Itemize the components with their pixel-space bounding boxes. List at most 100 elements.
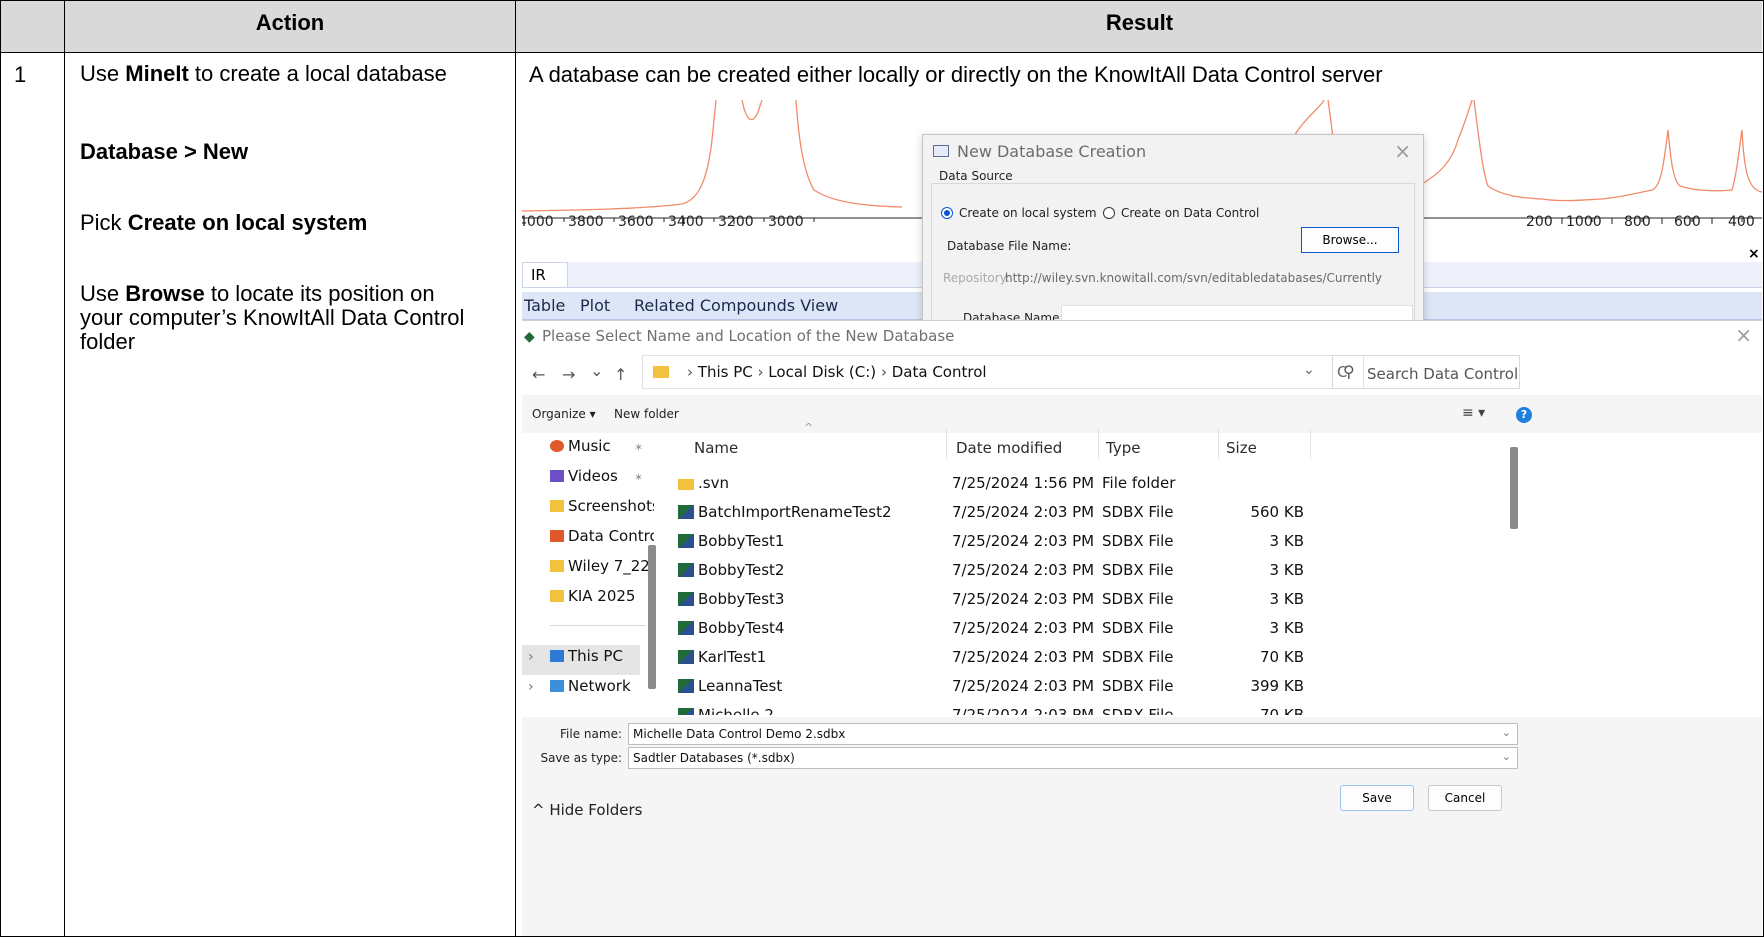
file-name-label: File name:	[560, 727, 622, 741]
cancel-button[interactable]: Cancel	[1428, 785, 1502, 811]
table-border-left	[0, 0, 1, 937]
data-source-label: Data Source	[937, 169, 1015, 183]
pc-icon	[550, 650, 564, 662]
close-icon[interactable]: ×	[1735, 323, 1752, 347]
folder-icon	[550, 500, 564, 512]
file-row[interactable]: BobbyTest1 7/25/2024 2:03 PM SDBX File 3 KB	[674, 527, 1734, 556]
nav-scrollbar[interactable]	[648, 545, 656, 689]
dialog-footer: File name: Michelle Data Control Demo 2.…	[522, 717, 1762, 936]
breadcrumb: › This PC › Local Disk (C:) › Data Contr…	[687, 363, 987, 381]
tab-ir[interactable]: IR	[522, 262, 568, 288]
file-row[interactable]: .svn 7/25/2024 1:56 PM File folder	[674, 469, 1734, 498]
tab-plot[interactable]: Plot	[580, 296, 610, 315]
file-row[interactable]: BobbyTest3 7/25/2024 2:03 PM SDBX File 3 KB	[674, 585, 1734, 614]
tick-label: 3400	[668, 214, 704, 230]
column-separator	[946, 429, 947, 459]
folder-icon	[550, 560, 564, 572]
tick-label: 3800	[568, 214, 604, 230]
radio-local-system[interactable]	[941, 207, 953, 219]
table-border-top	[0, 0, 1764, 1]
app-icon: ◆	[524, 329, 535, 345]
tick-label: 600	[1674, 214, 1701, 230]
table-col-divider-2	[515, 0, 516, 937]
nav-item-kia-2025[interactable]: KIA 2025	[550, 587, 654, 605]
screenshot: 4000 3800 3600 3400 3200 3000 200 1000 8…	[522, 100, 1762, 936]
save-button[interactable]: Save	[1340, 785, 1414, 811]
folder-icon	[653, 366, 669, 378]
back-icon[interactable]: ←	[532, 365, 545, 384]
recent-locations-icon[interactable]: ⌄	[590, 361, 603, 380]
sdbx-icon	[678, 650, 694, 664]
sort-indicator-icon: ^	[804, 421, 814, 434]
tick-label: 3600	[618, 214, 654, 230]
nav-item-wiley[interactable]: Wiley 7_22_:	[550, 557, 654, 575]
header-result: Result	[1105, 10, 1174, 35]
nav-item-data-control[interactable]: Data Contro	[550, 527, 654, 545]
tick-label: 400	[1728, 214, 1755, 230]
sdbx-icon	[678, 679, 694, 693]
save-type-select[interactable]: Sadtler Databases (*.sdbx) ⌄	[628, 747, 1518, 769]
sdbx-icon	[678, 534, 694, 548]
nav-item-this-pc[interactable]: This PC	[550, 647, 654, 665]
radio-data-control[interactable]	[1103, 207, 1115, 219]
tick-label: 1000	[1566, 214, 1602, 230]
nav-item-network[interactable]: Network	[550, 677, 654, 695]
result-intro-text: A database can be created either locally…	[529, 62, 1383, 87]
column-size[interactable]: Size	[1226, 439, 1257, 457]
option-dc-label: Create on Data Control	[1121, 206, 1260, 220]
nav-separator	[550, 625, 646, 626]
save-type-label: Save as type:	[540, 751, 622, 765]
file-row[interactable]: BobbyTest4 7/25/2024 2:03 PM SDBX File 3 KB	[674, 614, 1734, 643]
column-type[interactable]: Type	[1106, 439, 1140, 457]
breadcrumb-local-disk[interactable]: Local Disk (C:)	[768, 363, 876, 381]
file-row[interactable]: Michelle 2 7/25/2024 2:03 PM SDBX File 70 K…	[674, 701, 1734, 715]
column-separator	[1218, 429, 1219, 459]
file-row[interactable]: BobbyTest2 7/25/2024 2:03 PM SDBX File 3 KB	[674, 556, 1734, 585]
expand-icon[interactable]: ›	[528, 649, 534, 665]
dialog-title: New Database Creation	[957, 142, 1147, 161]
tick-label: 200	[1526, 214, 1553, 230]
organize-button[interactable]: Organize ▾	[532, 407, 596, 421]
chevron-down-icon[interactable]: ⌄	[1303, 362, 1315, 378]
tab-related-compounds-view[interactable]: Related Compounds View	[634, 296, 838, 315]
column-date-modified[interactable]: Date modified	[956, 439, 1062, 457]
file-name-input[interactable]: Michelle Data Control Demo 2.sdbx ⌄	[628, 723, 1518, 745]
table-col-divider-1	[64, 0, 65, 937]
folder-icon	[678, 479, 694, 490]
option-local-label: Create on local system	[959, 206, 1097, 220]
column-name[interactable]: Name	[694, 439, 738, 457]
tab-table[interactable]: Table	[524, 296, 565, 315]
search-input[interactable]: ⚲ Search Data Control	[1332, 355, 1520, 389]
view-options-icon[interactable]: ≡ ▾	[1462, 405, 1485, 421]
file-list-scrollbar[interactable]	[1510, 447, 1518, 529]
file-row[interactable]: BatchImportRenameTest2 7/25/2024 2:03 PM S…	[674, 498, 1734, 527]
sdbx-icon	[678, 505, 694, 519]
chevron-down-icon[interactable]: ⌄	[1502, 750, 1511, 763]
videos-icon	[550, 470, 564, 482]
address-bar[interactable]: › This PC › Local Disk (C:) › Data Contr…	[642, 355, 1364, 389]
action-step-3: Pick Create on local system	[80, 210, 368, 235]
expand-icon[interactable]: ›	[528, 679, 534, 695]
chevron-down-icon[interactable]: ⌄	[1502, 726, 1511, 739]
breadcrumb-this-pc[interactable]: This PC	[698, 363, 753, 381]
repository-select[interactable]: http://wiley.svn.knowitall.com/svn/edita…	[1005, 271, 1385, 285]
action-step-2: Database > New	[80, 139, 249, 164]
spectrum-close-icon[interactable]: ×	[1748, 246, 1760, 262]
action-step-4: Use Browse to locate its position on you…	[80, 281, 465, 354]
sdbx-icon	[678, 708, 694, 715]
pin-icon: ✶	[634, 441, 644, 454]
data-control-icon	[550, 530, 564, 542]
repository-label: Repository:	[943, 271, 1010, 285]
file-row[interactable]: LeannaTest 7/25/2024 2:03 PM SDBX File 399 …	[674, 672, 1734, 701]
row-number: 1	[14, 62, 27, 87]
file-row[interactable]: KarlTest1 7/25/2024 2:03 PM SDBX File 70 KB	[674, 643, 1734, 672]
hide-folders-button[interactable]: ^ Hide Folders	[532, 801, 642, 819]
new-folder-button[interactable]: New folder	[614, 407, 679, 421]
search-icon: ⚲	[1343, 362, 1355, 381]
nav-item-screenshots[interactable]: Screenshots	[550, 497, 654, 515]
close-icon[interactable]: ×	[1394, 139, 1411, 163]
breadcrumb-data-control[interactable]: Data Control	[892, 363, 987, 381]
forward-icon[interactable]: →	[562, 365, 575, 384]
up-icon[interactable]: ↑	[614, 365, 627, 384]
browse-button[interactable]: Browse...	[1301, 227, 1399, 253]
